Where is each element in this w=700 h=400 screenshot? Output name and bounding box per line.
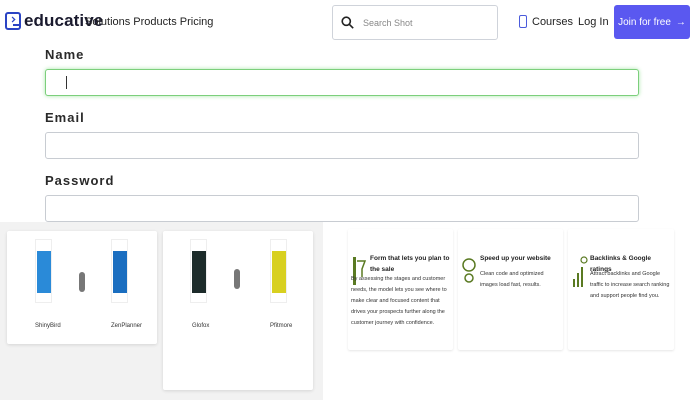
- left-app-caption: ShinyBird: [35, 323, 61, 329]
- courses-label: Courses: [532, 15, 573, 28]
- join-for-free-button[interactable]: Join for free →: [614, 5, 690, 39]
- search-box[interactable]: [332, 5, 498, 40]
- app-screenshot-glofox: [190, 239, 207, 303]
- right-app-caption: Pfitmore: [270, 323, 293, 329]
- left-app-caption: Glofox: [192, 323, 210, 329]
- arrow-right-icon: →: [675, 16, 686, 28]
- features-panel: Form that lets you plan to the sale By a…: [323, 222, 700, 400]
- password-field[interactable]: [45, 195, 639, 222]
- top-navigation-bar: educative Solutions Products Pricing Cou…: [0, 0, 700, 44]
- name-field[interactable]: [45, 69, 639, 96]
- comparison-card-2[interactable]: Glofox Pfitmore: [163, 231, 313, 390]
- search-input[interactable]: [363, 17, 483, 28]
- growth-chart-icon: [573, 256, 588, 287]
- search-icon: [341, 16, 354, 29]
- feature-title: Form that lets you plan to the sale: [370, 255, 450, 273]
- email-field[interactable]: [45, 132, 639, 159]
- courses-link[interactable]: Courses: [519, 15, 573, 28]
- feature-card-3[interactable]: Backlinks & Google ratings Attract backl…: [568, 229, 674, 350]
- text-caret: [66, 76, 67, 89]
- app-screenshot-pfitmore: [270, 239, 287, 303]
- terminal-icon: [5, 12, 21, 30]
- app-screenshot-zenplanner: [111, 239, 128, 303]
- versus-marker: [79, 272, 85, 292]
- join-label: Join for free: [618, 16, 671, 28]
- speed-gauge-icon: [462, 258, 476, 283]
- email-label: Email: [45, 110, 85, 125]
- password-label: Password: [45, 173, 115, 188]
- content-preview-area: ShinyBird ZenPlanner Glofox Pfitmore For…: [0, 222, 700, 400]
- login-link[interactable]: Log In: [578, 16, 609, 28]
- feature-card-1[interactable]: Form that lets you plan to the sale By a…: [348, 229, 453, 350]
- feature-text: Attract backlinks and Google traffic to …: [590, 271, 670, 299]
- versus-marker: [234, 269, 240, 289]
- feature-title: Speed up your website: [480, 255, 551, 262]
- right-app-caption: ZenPlanner: [111, 323, 143, 329]
- comparison-card-1[interactable]: ShinyBird ZenPlanner: [7, 231, 157, 344]
- feature-text: By assessing the stages and customer nee…: [351, 276, 447, 326]
- signup-form: Name Email Password: [45, 47, 640, 236]
- tablet-icon: [519, 15, 527, 28]
- feature-text: Clean code and optimized images load fas…: [480, 271, 544, 288]
- name-label: Name: [45, 47, 85, 62]
- feature-card-2[interactable]: Speed up your website Clean code and opt…: [458, 229, 563, 350]
- app-screenshot-shinybird: [35, 239, 52, 303]
- nav-links[interactable]: Solutions Products Pricing: [85, 16, 213, 28]
